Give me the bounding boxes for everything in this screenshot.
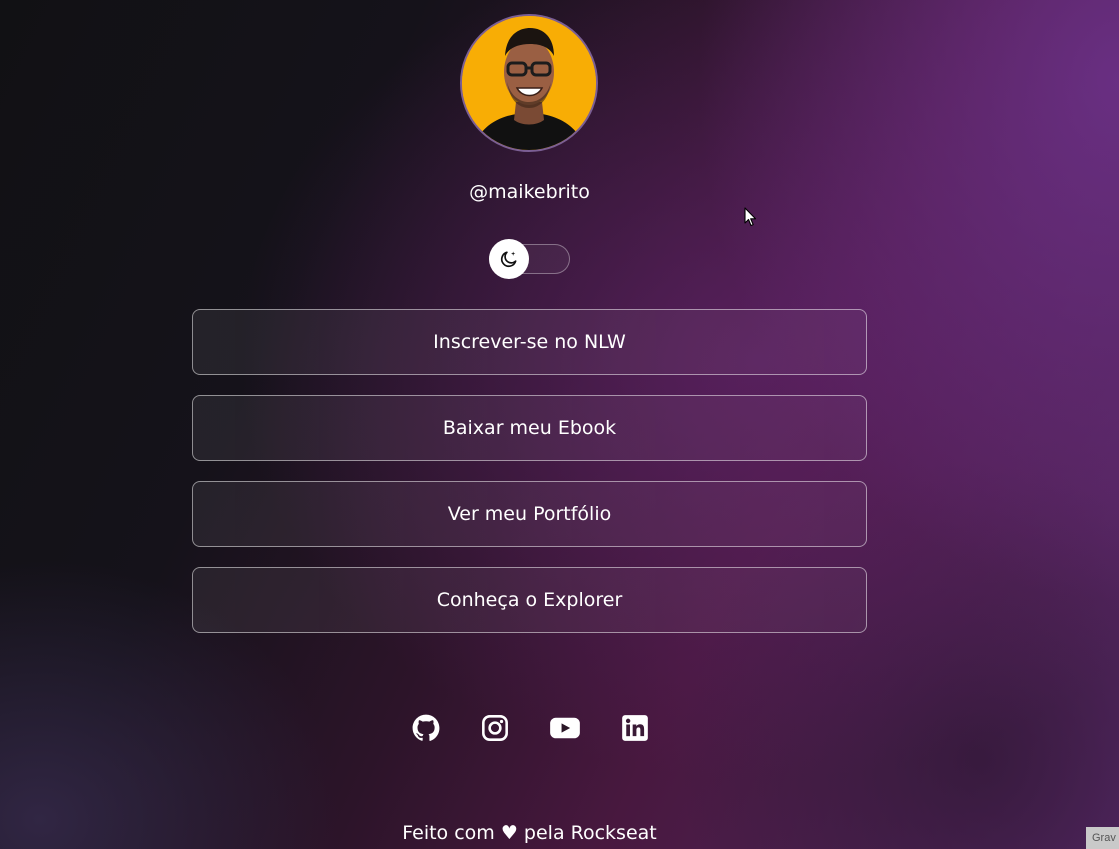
youtube-link[interactable]	[549, 712, 581, 744]
link-button-portfolio[interactable]: Ver meu Portfólio	[192, 481, 867, 547]
theme-toggle[interactable]	[489, 239, 570, 279]
linkedin-icon	[622, 715, 648, 741]
youtube-icon	[550, 717, 580, 739]
corner-badge: Grav	[1086, 827, 1119, 849]
toggle-knob[interactable]	[489, 239, 529, 279]
footer-text: Feito com ♥ pela Rockseat	[402, 822, 657, 844]
github-icon	[412, 714, 440, 741]
links-list: Inscrever-se no NLW Baixar meu Ebook Ver…	[192, 309, 867, 653]
instagram-link[interactable]	[479, 712, 511, 744]
link-button-explorer[interactable]: Conheça o Explorer	[192, 567, 867, 633]
github-link[interactable]	[410, 712, 442, 744]
moon-icon	[500, 251, 517, 268]
avatar	[460, 14, 598, 152]
social-links	[410, 712, 655, 744]
link-button-ebook[interactable]: Baixar meu Ebook	[192, 395, 867, 461]
link-button-nlw[interactable]: Inscrever-se no NLW	[192, 309, 867, 375]
linkedin-link[interactable]	[619, 712, 651, 744]
username: @maikebrito	[469, 181, 590, 203]
profile-photo	[462, 16, 596, 150]
mouse-cursor-icon	[744, 207, 757, 231]
instagram-icon	[482, 715, 508, 741]
